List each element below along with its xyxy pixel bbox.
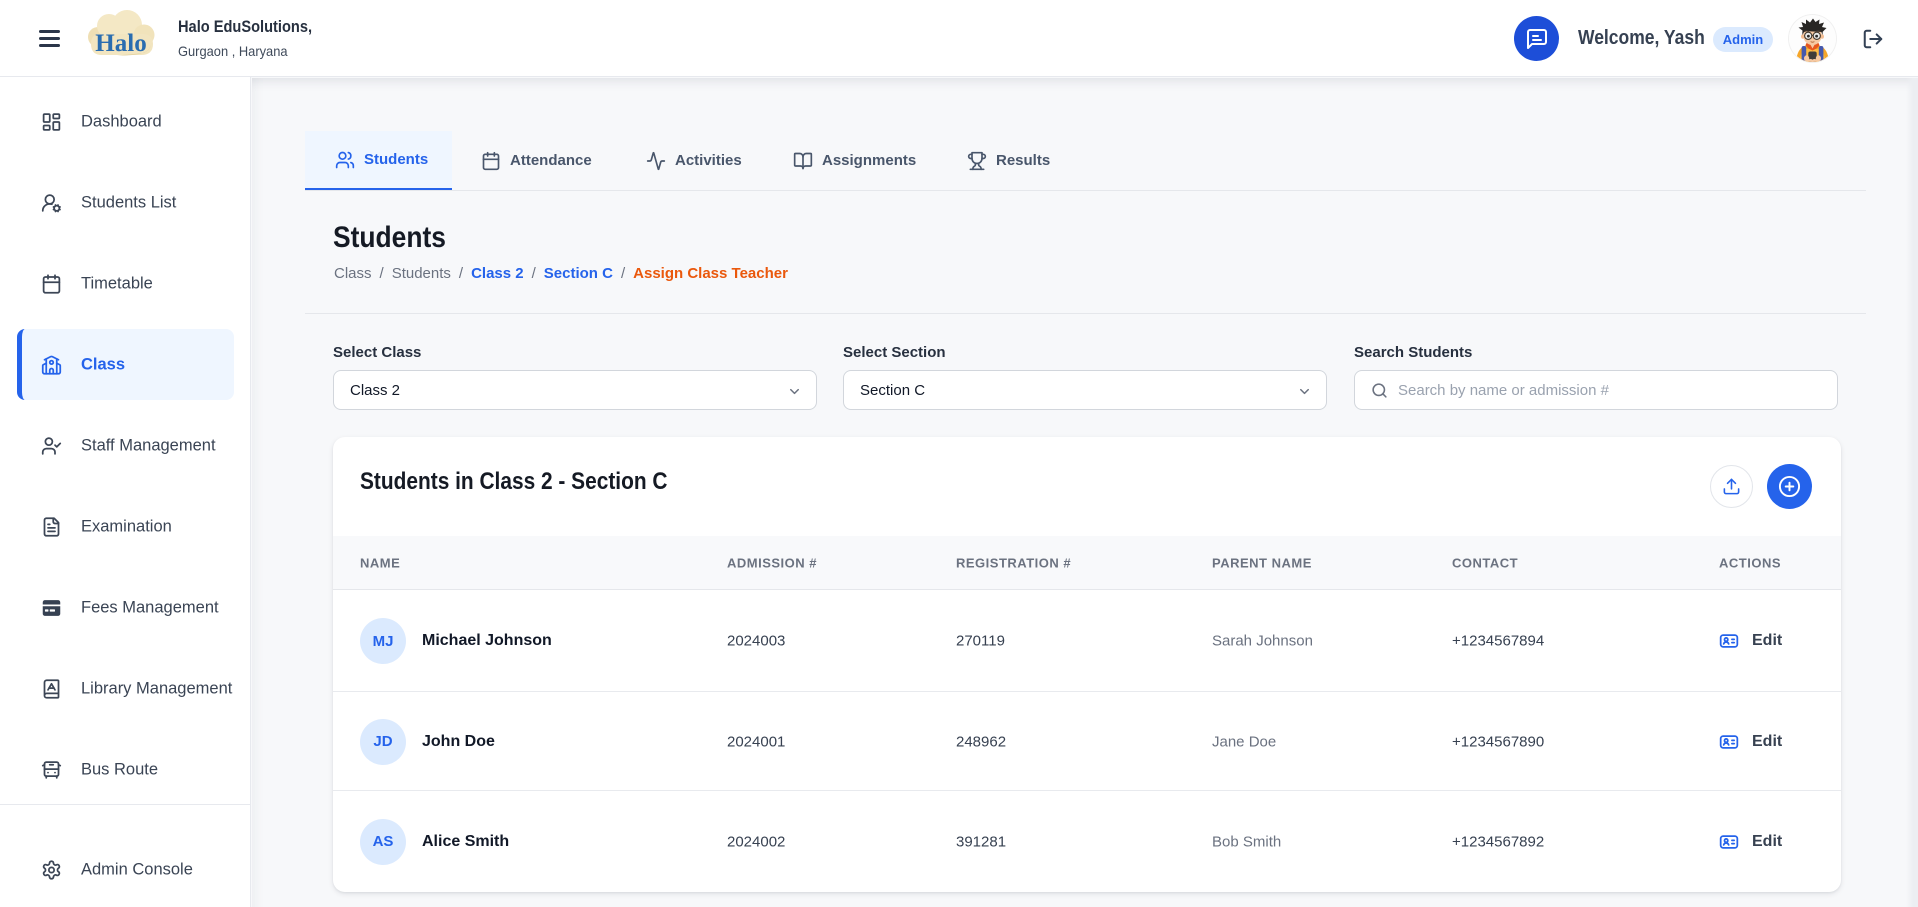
svg-text:Halo: Halo <box>95 30 146 57</box>
